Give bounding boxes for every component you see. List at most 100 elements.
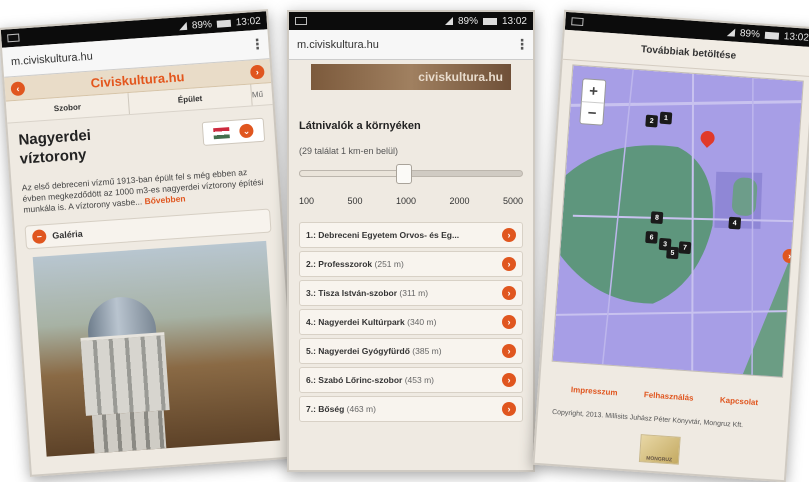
chevron-right-icon: › <box>502 344 516 358</box>
result-count: (29 találat 1 km-en belül) <box>299 146 399 156</box>
imprint-link[interactable]: Impresszum <box>571 385 618 397</box>
status-bar: 89% 13:02 <box>289 12 533 30</box>
list-item-title: 6.: Szabó Lőrinc-szobor <box>306 375 403 385</box>
map-view[interactable]: + − 2 1 8 6 3 5 7 4 › <box>551 64 804 378</box>
slider-tick-label: 500 <box>347 196 363 206</box>
list-item-distance: (251 m) <box>374 259 404 269</box>
list-item[interactable]: 5.: Nagyerdei Gyógyfürdő (385 m) › <box>299 338 523 364</box>
chevron-right-icon: › <box>502 315 516 329</box>
overflow-menu-icon[interactable]: ⋮ <box>515 36 529 53</box>
slider-tick-label: 2000 <box>449 196 470 206</box>
map-next-icon[interactable]: › <box>782 248 798 264</box>
list-item-distance: (311 m) <box>399 288 429 298</box>
chevron-right-icon: › <box>502 402 516 416</box>
list-item-distance: (385 m) <box>412 346 442 356</box>
map-marker[interactable]: 5 <box>666 246 679 260</box>
sights-list: 1.: Debreceni Egyetem Orvos- és Eg... › 2… <box>299 222 523 422</box>
list-item-title: 5.: Nagyerdei Gyógyfürdő <box>306 346 410 356</box>
gallery-label: Galéria <box>51 228 84 241</box>
company-logo[interactable]: MONGRUZ <box>638 434 681 465</box>
list-item[interactable]: 2.: Professzorok (251 m) › <box>299 251 523 277</box>
notification-icon <box>295 17 307 25</box>
phone-map-view: 89% 13:02 Továbbiak betöltése + − 2 1 8 … <box>532 9 809 482</box>
section-heading: Látnivalók a környéken <box>299 120 421 132</box>
collapse-icon: − <box>31 229 47 245</box>
map-marker[interactable]: 2 <box>645 114 659 128</box>
map-marker[interactable]: 4 <box>728 216 742 230</box>
list-item-distance: (463 m) <box>346 404 376 414</box>
list-item-title: 4.: Nagyerdei Kultúrpark <box>306 317 405 327</box>
read-more-link[interactable]: Bővebben <box>144 193 186 206</box>
chevron-right-icon: › <box>502 257 516 271</box>
battery-percent: 89% <box>191 18 213 31</box>
chevron-down-icon: ⌄ <box>238 123 254 139</box>
prev-arrow-icon[interactable]: ‹ <box>10 80 26 96</box>
zoom-in-button[interactable]: + <box>582 79 605 102</box>
slider-tick-label: 1000 <box>395 196 416 206</box>
phone-nearby-list: 89% 13:02 m.civiskultura.hu ⋮ civiskultu… <box>287 10 535 472</box>
list-item-name: 4.: Nagyerdei Kultúrpark (340 m) <box>306 317 502 327</box>
list-item-distance: (340 m) <box>407 317 437 327</box>
page-title: Nagyerdei víztorony <box>17 126 92 168</box>
list-item[interactable]: 4.: Nagyerdei Kultúrpark (340 m) › <box>299 309 523 335</box>
battery-icon <box>482 17 497 25</box>
list-item-title: 1.: Debreceni Egyetem Orvos- és Eg... <box>306 230 460 240</box>
map-marker[interactable]: 7 <box>678 241 692 255</box>
map-marker[interactable]: 6 <box>645 230 658 244</box>
notification-icon <box>571 17 584 27</box>
chevron-right-icon: › <box>502 373 516 387</box>
description-text: Az első debreceni vízmű 1913-ban épült f… <box>21 166 264 215</box>
signal-icon <box>726 28 736 37</box>
clock: 13:02 <box>783 30 809 44</box>
hungarian-flag-icon <box>213 126 230 139</box>
overflow-menu-icon[interactable]: ⋮ <box>250 35 265 54</box>
nearby-content: Látnivalók a környéken (29 találat 1 km-… <box>289 120 533 422</box>
site-banner: civiskultura.hu <box>311 64 511 90</box>
slider-tick-label: 5000 <box>502 196 523 206</box>
nav-item-mu[interactable]: Mű <box>252 89 273 100</box>
title-row: Nagyerdei víztorony ⌄ <box>18 114 266 169</box>
water-tower-photo[interactable] <box>32 240 281 457</box>
next-arrow-icon[interactable]: › <box>249 64 265 79</box>
list-item-name: 6.: Szabó Lőrinc-szobor (453 m) <box>306 375 502 385</box>
list-item-title: 2.: Professzorok <box>306 259 373 269</box>
slider-fill <box>299 170 405 177</box>
list-item[interactable]: 3.: Tisza István-szobor (311 m) › <box>299 280 523 306</box>
battery-icon <box>216 19 232 28</box>
chevron-right-icon: › <box>502 286 516 300</box>
zoom-control: + − <box>579 78 607 126</box>
zoom-out-button[interactable]: − <box>580 101 604 125</box>
list-item-title: 3.: Tisza István-szobor <box>306 288 398 298</box>
list-item[interactable]: 1.: Debreceni Egyetem Orvos- és Eg... › <box>299 222 523 248</box>
list-item-name: 3.: Tisza István-szobor (311 m) <box>306 288 502 298</box>
footer-links: Impresszum Felhasználás Kapcsolat <box>539 383 789 409</box>
battery-percent: 89% <box>739 27 761 40</box>
distance-slider[interactable] <box>299 164 523 194</box>
battery-icon <box>764 31 780 40</box>
list-item-name: 5.: Nagyerdei Gyógyfürdő (385 m) <box>306 346 502 356</box>
map-marker[interactable]: 8 <box>650 211 664 225</box>
list-item[interactable]: 7.: Bőség (463 m) › <box>299 396 523 422</box>
contact-link[interactable]: Kapcsolat <box>720 396 759 408</box>
notification-icon <box>7 33 20 43</box>
list-item[interactable]: 6.: Szabó Lőrinc-szobor (453 m) › <box>299 367 523 393</box>
detail-content: Nagyerdei víztorony ⌄ Az első debreceni … <box>7 105 296 466</box>
list-item-distance: (453 m) <box>404 375 435 385</box>
screenshot-stage: 89% 13:02 m.civiskultura.hu ⋮ ‹ Civiskul… <box>0 0 809 482</box>
chevron-right-icon: › <box>502 228 516 242</box>
language-select[interactable]: ⌄ <box>201 117 266 146</box>
signal-icon <box>444 17 453 25</box>
slider-ticks: 100 500 1000 2000 5000 <box>299 196 523 206</box>
signal-icon <box>178 21 188 31</box>
map-marker[interactable]: 1 <box>659 111 673 125</box>
logo-text: MONGRUZ <box>645 455 673 464</box>
copyright-text: Copyright, 2013. Millisits Juhász Péter … <box>551 408 744 430</box>
water-tower-image <box>78 294 173 457</box>
slider-handle[interactable] <box>396 164 413 184</box>
usage-link[interactable]: Felhasználás <box>644 390 694 402</box>
list-item-name: 7.: Bőség (463 m) <box>306 404 502 414</box>
list-item-name: 2.: Professzorok (251 m) <box>306 259 502 269</box>
site-brand[interactable]: Civiskultura.hu <box>90 69 185 91</box>
phone-detail-view: 89% 13:02 m.civiskultura.hu ⋮ ‹ Civiskul… <box>0 9 300 477</box>
address-bar[interactable]: m.civiskultura.hu ⋮ <box>289 30 533 60</box>
